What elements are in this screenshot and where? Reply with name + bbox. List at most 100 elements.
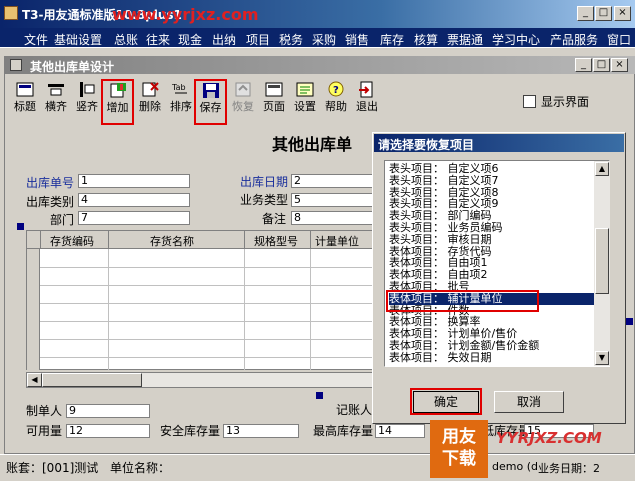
- logo-brand: 用友: [442, 427, 476, 447]
- menu-costing[interactable]: 核算: [414, 31, 438, 48]
- menu-basic-settings[interactable]: 基础设置: [54, 31, 102, 48]
- toolbar-settings-label: 设置: [294, 100, 316, 113]
- grid-col-item-name[interactable]: 存货名称: [150, 233, 194, 249]
- status-account: 账套：[001]测试: [6, 461, 99, 475]
- toolbar-delete-button[interactable]: 删除: [135, 80, 165, 116]
- menu-tax[interactable]: 税务: [279, 31, 303, 48]
- close-button[interactable]: ×: [614, 6, 631, 21]
- toolbar-help-label: 帮助: [325, 100, 347, 113]
- restore-list-item[interactable]: 表体项目： 失效日期: [389, 352, 594, 364]
- design-handle-bottom[interactable]: [316, 392, 323, 399]
- menu-product-service[interactable]: 产品服务: [550, 31, 598, 48]
- toolbar-align-h-button[interactable]: 横齐: [41, 80, 71, 116]
- menu-file[interactable]: 文件: [24, 31, 48, 48]
- toolbar-save-button[interactable]: 保存: [194, 79, 227, 125]
- grid-col-spec[interactable]: 规格型号: [254, 233, 298, 249]
- grid-col-unit[interactable]: 计量单位: [315, 233, 359, 249]
- yonyou-logo: 用友 下载: [430, 420, 488, 478]
- menu-sales[interactable]: 销售: [345, 31, 369, 48]
- out-date-field[interactable]: 2: [291, 174, 375, 188]
- available-qty-field[interactable]: 12: [66, 424, 150, 438]
- grid-line: [40, 339, 375, 340]
- maker-field[interactable]: 9: [66, 404, 150, 418]
- show-interface-label: 显示界面: [541, 95, 590, 109]
- menu-bills[interactable]: 票据通: [447, 31, 483, 48]
- cancel-button[interactable]: 取消: [494, 391, 564, 413]
- toolbar-add-label: 增加: [106, 101, 129, 114]
- minimize-button[interactable]: _: [577, 6, 594, 21]
- svg-text:?: ?: [333, 85, 339, 96]
- menu-cashier[interactable]: 出纳: [212, 31, 236, 48]
- menu-purchase[interactable]: 采购: [312, 31, 336, 48]
- toolbar-sort-button[interactable]: Tab 排序: [166, 80, 196, 116]
- scroll-down-button[interactable]: ▼: [595, 351, 609, 365]
- align-horizontal-icon: [48, 84, 64, 96]
- remark-field[interactable]: 8: [291, 211, 375, 225]
- design-handle[interactable]: [17, 223, 24, 230]
- toolbar-add-button[interactable]: 增加: [101, 79, 134, 125]
- out-no-field[interactable]: 1: [78, 174, 190, 188]
- design-handle-right[interactable]: [626, 318, 633, 325]
- available-qty-label: 可用量: [26, 424, 63, 438]
- out-type-label: 出库类别: [26, 195, 75, 209]
- toolbar-align-v-button[interactable]: 竖齐: [72, 80, 102, 116]
- document-title: 其他出库单: [272, 135, 353, 154]
- safety-stock-field[interactable]: 13: [223, 424, 299, 438]
- help-icon: ?: [328, 81, 344, 97]
- toolbar-align-v-label: 竖齐: [76, 100, 98, 113]
- settings-icon: [296, 82, 314, 97]
- scroll-left-button[interactable]: ◀: [27, 373, 42, 387]
- safety-stock-label: 安全库存量: [160, 424, 221, 438]
- ok-button[interactable]: 确定: [413, 391, 479, 413]
- toolbar-help-button[interactable]: ? 帮助: [321, 80, 351, 116]
- biz-type-field[interactable]: 5: [291, 193, 375, 207]
- menu-window[interactable]: 窗口: [607, 31, 631, 48]
- menu-learning-center[interactable]: 学习中心: [492, 31, 540, 48]
- grid-column-separator: [244, 231, 245, 249]
- logo-sub: 下载: [442, 449, 476, 469]
- menu-receivables[interactable]: 往来: [146, 31, 170, 48]
- toolbar-title-button[interactable]: 标题: [10, 80, 40, 116]
- inner-minimize-button[interactable]: _: [575, 58, 592, 72]
- toolbar-page-button[interactable]: 页面: [259, 80, 289, 116]
- toolbar-restore-button[interactable]: 恢复: [228, 80, 258, 116]
- remark-label: 备注: [262, 212, 287, 226]
- inner-maximize-button[interactable]: □: [593, 58, 610, 72]
- toolbar-page-label: 页面: [263, 100, 285, 113]
- list-scroll-thumb[interactable]: [595, 228, 609, 294]
- toolbar-exit-button[interactable]: 退出: [352, 80, 382, 116]
- title-icon: [16, 82, 34, 97]
- delete-icon: [142, 82, 159, 97]
- toolbar-restore-label: 恢复: [232, 100, 254, 113]
- menu-inventory[interactable]: 库存: [380, 31, 404, 48]
- accountant-label: 记账人: [336, 403, 373, 417]
- menu-project[interactable]: 项目: [246, 31, 270, 48]
- max-stock-field[interactable]: 14: [375, 424, 425, 438]
- toolbar-align-h-label: 横齐: [45, 100, 67, 113]
- restore-icon: [235, 82, 251, 97]
- grid-line: [40, 285, 375, 286]
- design-window-title: 其他出库单设计: [30, 60, 115, 74]
- toolbar-settings-button[interactable]: 设置: [290, 80, 320, 116]
- menu-general-ledger[interactable]: 总账: [114, 31, 138, 48]
- maker-label: 制单人: [26, 404, 63, 418]
- grid-line: [40, 321, 375, 322]
- show-interface-checkbox[interactable]: [523, 95, 536, 108]
- menu-cash[interactable]: 现金: [178, 31, 202, 48]
- dept-field[interactable]: 7: [78, 211, 190, 225]
- selection-highlight-box: [386, 290, 539, 312]
- grid-row-header: [27, 249, 40, 370]
- maximize-button[interactable]: □: [595, 6, 612, 21]
- inner-close-button[interactable]: ×: [611, 58, 628, 72]
- grid-col-item-code[interactable]: 存货编码: [50, 233, 94, 249]
- toolbar-delete-label: 删除: [139, 100, 161, 113]
- dialog-title: 请选择要恢复项目: [378, 138, 475, 152]
- detail-grid[interactable]: [26, 230, 376, 370]
- page-icon: [265, 82, 283, 97]
- status-biz-date: 业务日期：2: [538, 462, 600, 475]
- window-icon: [10, 59, 22, 71]
- scroll-up-button[interactable]: ▲: [595, 162, 609, 176]
- out-type-field[interactable]: 4: [78, 193, 190, 207]
- scroll-thumb[interactable]: [42, 373, 142, 387]
- logo-site-text: YYRJXZ.COM: [496, 429, 602, 447]
